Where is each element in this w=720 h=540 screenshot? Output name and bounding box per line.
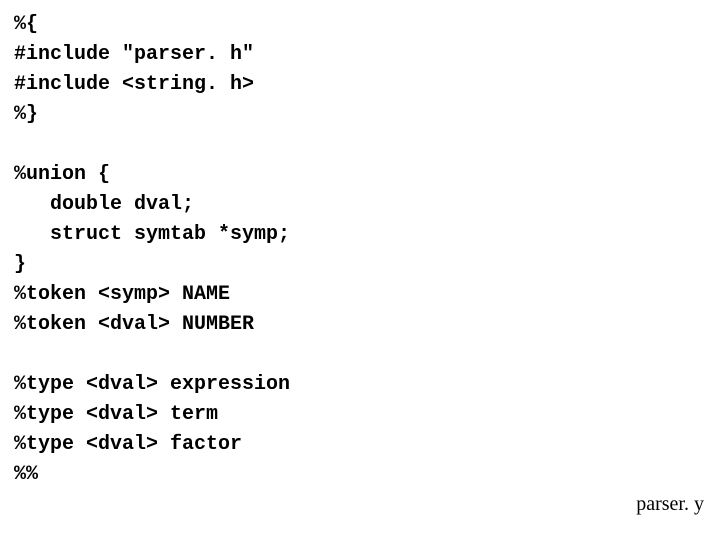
slide: %{ #include "parser. h" #include <string…	[0, 0, 720, 540]
code-block: %{ #include "parser. h" #include <string…	[14, 10, 290, 490]
footer-filename: parser. y	[636, 493, 704, 516]
